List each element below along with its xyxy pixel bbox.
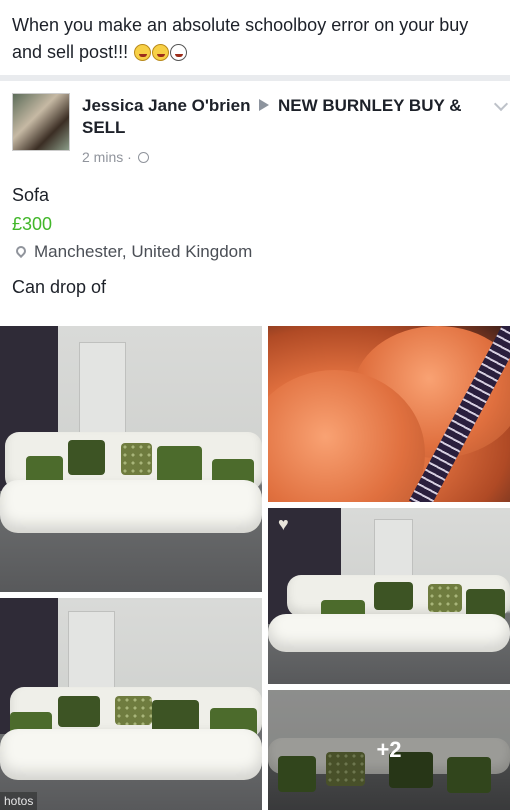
item-description: Can drop of [12,277,107,297]
avatar[interactable] [12,93,70,151]
item-title: Sofa [12,185,50,205]
photo-3[interactable]: ♥ [268,508,510,684]
more-photos-overlay[interactable]: +2 [268,690,510,810]
face-screaming-icon [170,44,188,61]
face-with-tears-of-joy-icon [134,44,152,61]
location-pin-icon [13,243,29,259]
arrow-right-icon [259,99,270,111]
chevron-down-icon[interactable] [493,96,509,112]
item-price: £300 [12,214,53,234]
photo-1[interactable] [0,326,262,592]
caption: When you make an absolute schoolboy erro… [12,12,500,66]
photo-5-more[interactable]: +2 [268,690,510,810]
item-location: Manchester, United Kingdom [12,242,252,262]
post-card: Jessica Jane O'brien NEW BURNLEY BUY & S… [0,81,510,326]
timestamp[interactable]: 2 mins [82,149,123,165]
photo-4[interactable]: hotos [0,598,262,810]
photos-watermark: hotos [0,792,38,810]
heart-icon: ♥ [278,514,289,534]
caption-text: When you make an absolute schoolboy erro… [12,15,469,62]
meta-separator: · [127,149,132,165]
photo-2[interactable] [268,326,510,502]
post-meta: 2 mins · [82,149,149,165]
face-with-tears-of-joy-icon [152,44,170,61]
globe-icon [137,152,149,163]
location-text: Manchester, United Kingdom [34,242,253,261]
post-header: Jessica Jane O'brien NEW BURNLEY BUY & S… [82,95,492,139]
author-name[interactable]: Jessica Jane O'brien [82,96,250,115]
